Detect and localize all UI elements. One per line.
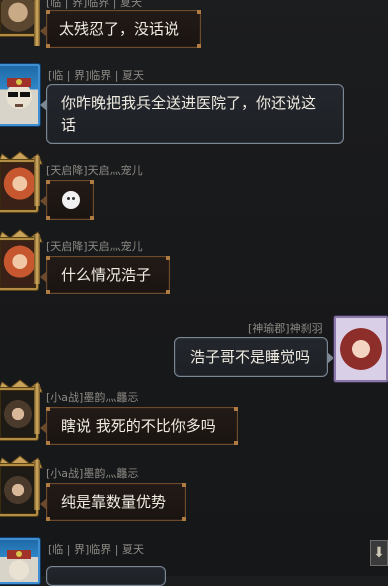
message-text: 瞎说 我死的不比你多吗	[61, 417, 216, 435]
message-text: 太残忍了，没话说	[59, 20, 180, 38]
message-bubble[interactable]	[40, 180, 94, 220]
sender-name: [小a战]墨韵灬龘忈	[46, 467, 139, 480]
bubble-tail	[40, 99, 47, 111]
message-text: 什么情况浩子	[61, 266, 152, 284]
bubble-tail	[40, 271, 47, 283]
avatar[interactable]	[0, 538, 40, 584]
message-bubble[interactable]: 太残忍了，没话说	[40, 10, 201, 48]
bubble-tail	[40, 498, 47, 510]
avatar[interactable]	[0, 0, 38, 36]
avatar[interactable]	[0, 464, 38, 516]
sender-name: [小a战]墨韵灬龘忈	[46, 391, 139, 404]
avatar[interactable]	[0, 388, 38, 440]
scroll-to-bottom-button[interactable]: ⬇	[370, 540, 388, 566]
avatar[interactable]	[0, 160, 38, 212]
message-text: 浩子哥不是睡觉吗	[190, 348, 311, 366]
bubble-tail	[40, 422, 47, 434]
message-text: 纯是靠数量优势	[61, 493, 167, 511]
arrow-down-icon: ⬇	[373, 545, 385, 561]
message-bubble[interactable]: 你昨晚把我兵全送进医院了，你还说这 话	[40, 84, 344, 144]
avatar[interactable]	[0, 64, 40, 126]
bubble-tail	[40, 25, 47, 37]
message-text-line: 你昨晚把我兵全送进医院了，你还说这	[61, 94, 317, 112]
sender-name: [临 | 界]临界 | 夏天	[48, 543, 144, 556]
sender-name: [临 | 界]临界 | 夏天	[46, 0, 142, 9]
avatar[interactable]	[334, 316, 388, 382]
sunglasses-face-icon	[6, 78, 32, 109]
message-text-line: 话	[61, 116, 77, 134]
sender-name: [天启降]天启灬宠儿	[46, 240, 143, 253]
message-bubble[interactable]: 纯是靠数量优势	[40, 483, 186, 521]
message-bubble[interactable]: 浩子哥不是睡觉吗	[174, 337, 334, 377]
message-bubble[interactable]	[46, 566, 166, 586]
bubble-tail	[327, 352, 334, 364]
bubble-tail	[40, 195, 47, 207]
sender-name: [天启降]天启灬宠儿	[46, 164, 143, 177]
sender-name: [临 | 界]临界 | 夏天	[48, 69, 144, 82]
avatar[interactable]	[0, 238, 38, 290]
smiley-sticker-icon	[62, 191, 80, 209]
message-bubble[interactable]: 什么情况浩子	[40, 256, 170, 294]
frame-pillar-decoration	[34, 0, 40, 46]
message-bubble[interactable]: 瞎说 我死的不比你多吗	[40, 407, 238, 445]
sender-name: [神瑜郡]神刹羽	[248, 322, 323, 335]
sunglasses-face-icon	[7, 550, 31, 580]
